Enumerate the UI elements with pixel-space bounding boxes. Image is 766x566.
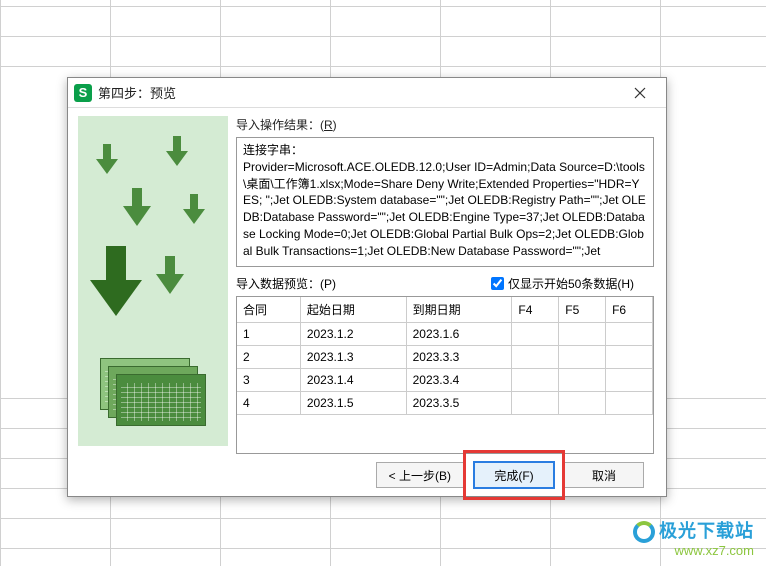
- app-icon: S: [74, 84, 92, 102]
- arrow-icon: [90, 246, 142, 318]
- finish-button[interactable]: 完成(F): [474, 462, 554, 488]
- table-header-row: 合同 起始日期 到期日期 F4 F5 F6: [237, 297, 653, 323]
- table-row: 1 2023.1.2 2023.1.6: [237, 323, 653, 346]
- table-header: F5: [559, 297, 606, 323]
- swirl-icon: [633, 521, 655, 543]
- table-row: 3 2023.1.4 2023.3.4: [237, 369, 653, 392]
- arrow-icon: [123, 188, 151, 228]
- import-preview-dialog: S 第四步：预览: [67, 77, 667, 497]
- limit-50-checkbox-input[interactable]: [491, 277, 504, 290]
- preview-label: 导入数据预览：(P): [236, 275, 491, 292]
- result-textbox[interactable]: 连接字串： Provider=Microsoft.ACE.OLEDB.12.0;…: [236, 137, 654, 267]
- result-label: 导入操作结果：(R): [236, 116, 654, 133]
- table-header: 合同: [237, 297, 300, 323]
- close-button[interactable]: [620, 79, 660, 107]
- result-line: 连接字串：: [243, 142, 647, 159]
- illustration-panel: [78, 116, 228, 446]
- result-line: Provider=Microsoft.ACE.OLEDB.12.0;User I…: [243, 159, 647, 260]
- table-header: F4: [512, 297, 559, 323]
- table-header: 起始日期: [300, 297, 406, 323]
- dialog-title: 第四步：预览: [98, 83, 620, 102]
- table-header: F6: [606, 297, 653, 323]
- dialog-button-row: < 上一步(B) 完成(F) 取消: [68, 454, 666, 496]
- spreadsheet-stack-icon: [100, 358, 205, 428]
- arrow-icon: [156, 256, 184, 296]
- table-header: 到期日期: [406, 297, 512, 323]
- arrow-icon: [183, 194, 205, 226]
- back-button[interactable]: < 上一步(B): [376, 462, 464, 488]
- preview-table[interactable]: 合同 起始日期 到期日期 F4 F5 F6 1 2023.1.2 2023.1.: [236, 296, 654, 454]
- close-icon: [634, 87, 646, 99]
- watermark-url: www.xz7.com: [633, 543, 754, 558]
- watermark-brand: 极光下载站: [659, 521, 754, 541]
- limit-50-checkbox[interactable]: 仅显示开始50条数据(H): [491, 275, 634, 292]
- table-row: 2 2023.1.3 2023.3.3: [237, 346, 653, 369]
- table-row: 4 2023.1.5 2023.3.5: [237, 392, 653, 415]
- content-area: 导入操作结果：(R) 连接字串： Provider=Microsoft.ACE.…: [236, 108, 666, 454]
- arrow-icon: [166, 136, 188, 168]
- cancel-button[interactable]: 取消: [564, 462, 644, 488]
- watermark: 极光下载站 www.xz7.com: [633, 517, 754, 558]
- titlebar: S 第四步：预览: [68, 78, 666, 108]
- arrow-icon: [96, 144, 118, 176]
